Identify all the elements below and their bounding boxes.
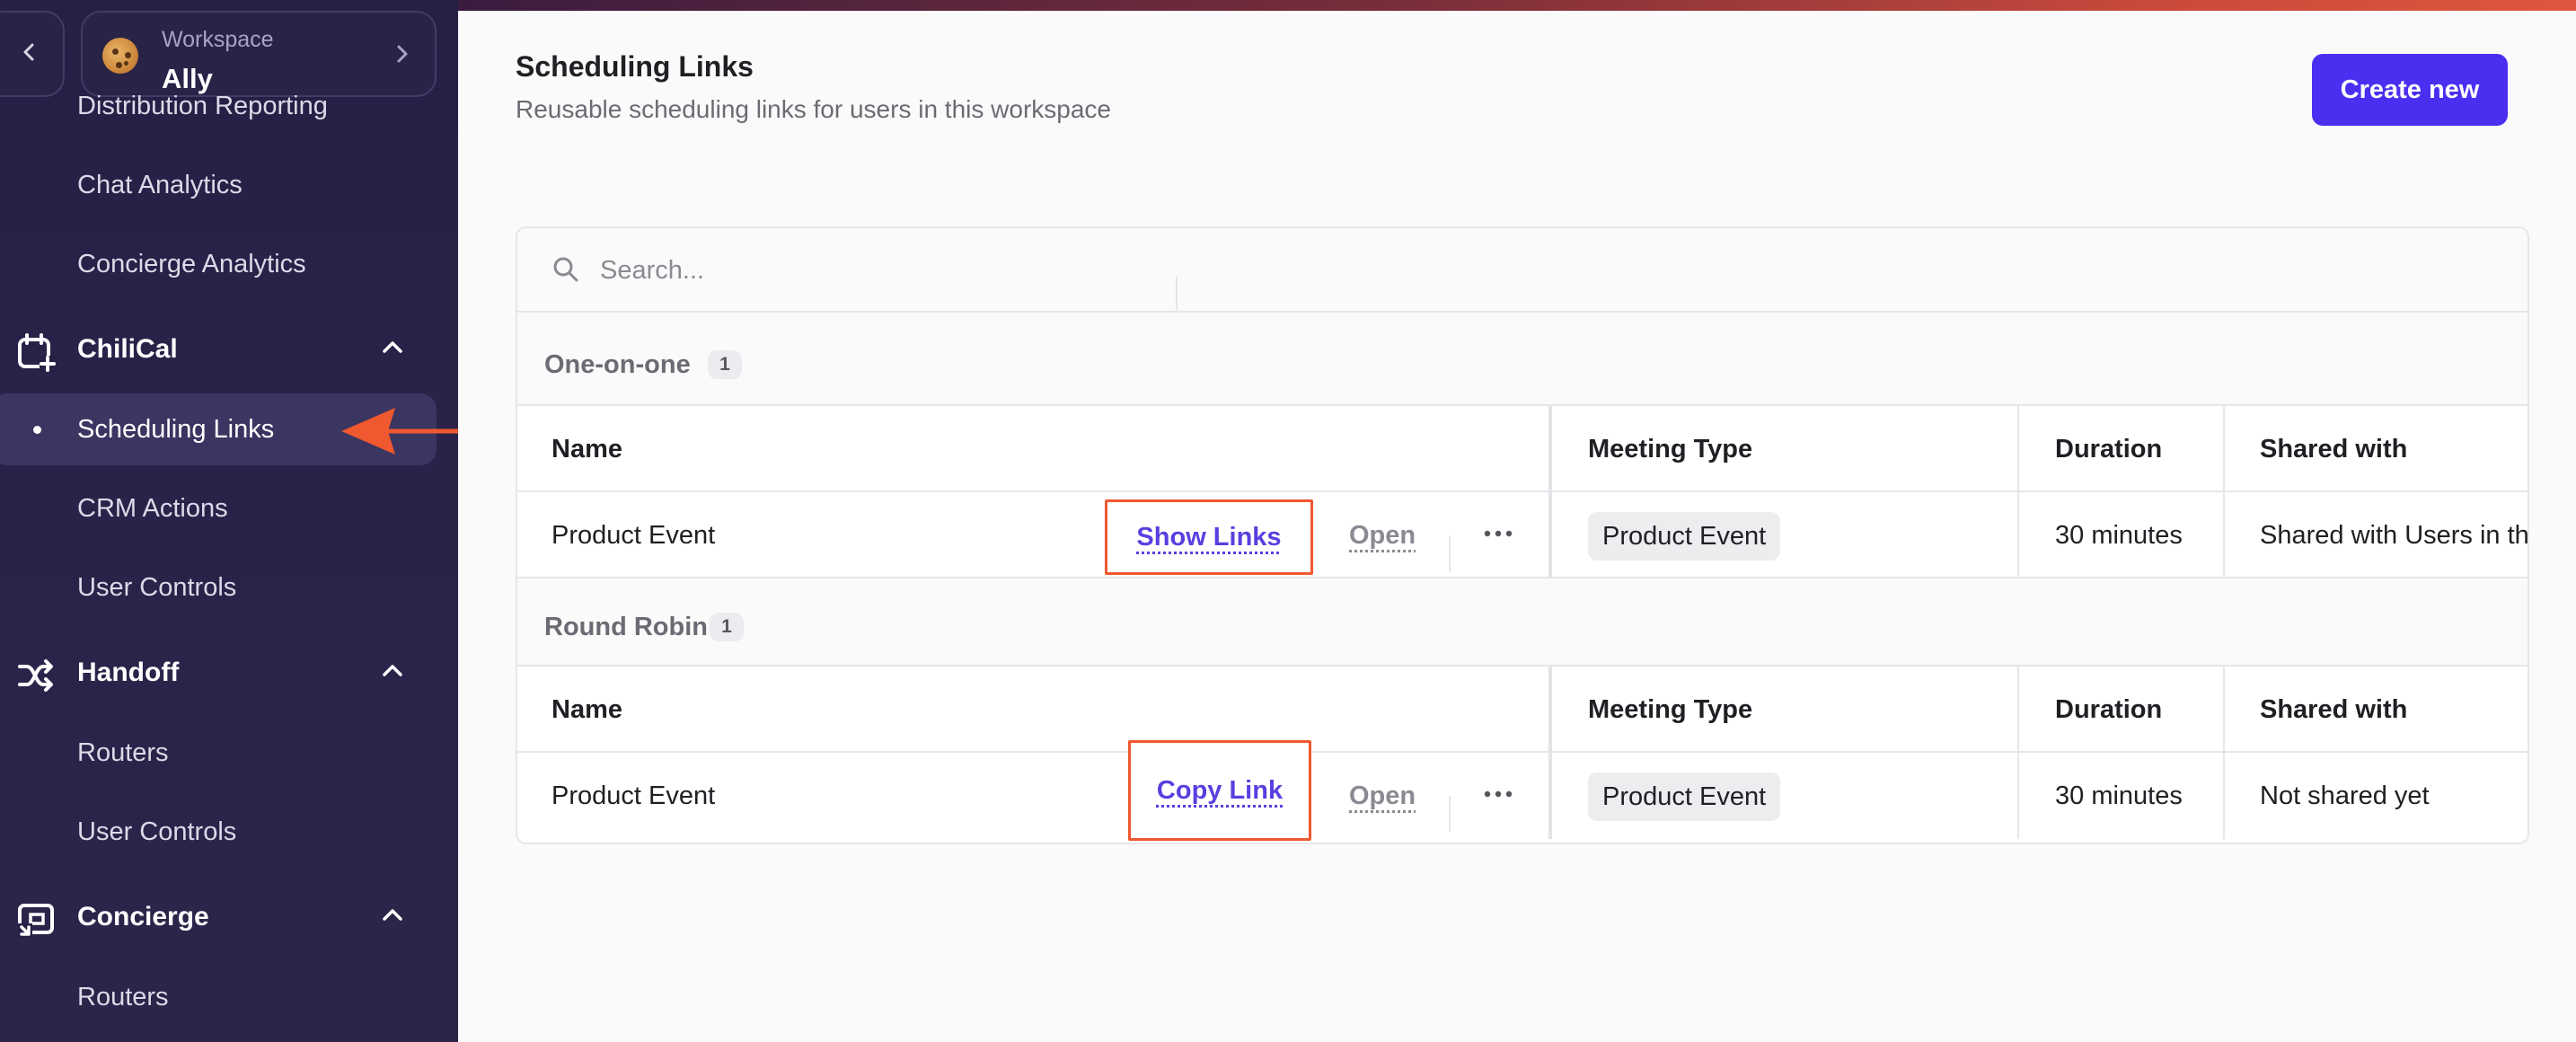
collapse-sidebar-button[interactable]: [0, 11, 65, 97]
shuffle-icon: [16, 656, 56, 700]
sidebar-item-scheduling-links[interactable]: Scheduling Links: [77, 415, 274, 445]
meeting-type-pill: Product Event: [1588, 773, 1781, 821]
concierge-icon: [16, 900, 56, 944]
column-divider: [2223, 753, 2225, 839]
create-new-button[interactable]: Create new: [2312, 54, 2508, 126]
sidebar-section-handoff[interactable]: Handoff: [0, 645, 422, 699]
row-duration: 30 minutes: [2055, 520, 2183, 550]
meeting-type-pill: Product Event: [1588, 512, 1781, 561]
row-name[interactable]: Product Event: [551, 753, 715, 839]
column-divider: [1548, 492, 1552, 578]
column-header-name[interactable]: Name: [551, 406, 622, 492]
action-divider: [1449, 535, 1451, 571]
column-header-name[interactable]: Name: [551, 667, 622, 753]
search-divider: [1176, 277, 1178, 313]
column-divider: [2223, 406, 2225, 492]
table-row[interactable]: Product Event Copy Link Open Product Eve…: [517, 740, 2527, 841]
section-label: Handoff: [77, 658, 180, 687]
sidebar-item-concierge-analytics[interactable]: Concierge Analytics: [77, 250, 306, 279]
calendar-plus-icon: [16, 332, 56, 376]
main-content: Scheduling Links Reusable scheduling lin…: [458, 11, 2576, 1042]
group-name: Round Robin: [544, 613, 709, 641]
column-divider: [1548, 667, 1552, 753]
sidebar-section-chilical[interactable]: ChiliCal: [0, 322, 422, 375]
open-link[interactable]: Open: [1349, 753, 1416, 839]
chevron-up-icon: [381, 338, 404, 360]
group-header-round-robin: Round Robin 1: [517, 578, 2527, 667]
open-link[interactable]: Open: [1349, 492, 1416, 578]
row-shared-with: Shared with Users in th: [2260, 520, 2529, 550]
row-shared-with: Not shared yet: [2260, 781, 2430, 810]
chevron-up-icon: [381, 661, 404, 684]
search-input[interactable]: [598, 248, 1155, 293]
table-row[interactable]: Product Event Show Links Open Product Ev…: [517, 492, 2529, 578]
group-header-one-on-one: One-on-one 1: [517, 313, 2527, 406]
column-header-shared-with[interactable]: Shared with: [2260, 406, 2407, 492]
workspace-name: Ally: [162, 63, 213, 94]
page-title: Scheduling Links: [516, 50, 754, 83]
active-indicator-dot: [33, 426, 41, 434]
sidebar-item-user-controls[interactable]: User Controls: [77, 817, 236, 847]
table-header-row: Name Meeting Type Duration Shared with: [517, 406, 2527, 492]
workspace-label: Workspace: [162, 27, 274, 52]
column-divider: [2017, 406, 2019, 492]
copy-link-button[interactable]: Copy Link: [1128, 740, 1311, 841]
column-divider: [1548, 406, 1552, 492]
show-links-button[interactable]: Show Links: [1105, 499, 1313, 575]
column-divider: [2223, 667, 2225, 753]
search-icon: [551, 255, 580, 288]
column-header-duration[interactable]: Duration: [2055, 667, 2162, 753]
more-options-icon[interactable]: [1484, 787, 1513, 806]
row-name[interactable]: Product Event: [551, 492, 715, 578]
chevron-up-icon: [381, 905, 404, 928]
workspace-switcher[interactable]: Workspace Ally: [81, 11, 437, 97]
more-options-icon[interactable]: [1484, 526, 1513, 545]
column-divider: [2223, 492, 2225, 578]
chevron-right-icon: [393, 43, 411, 69]
column-header-duration[interactable]: Duration: [2055, 406, 2162, 492]
column-header-shared-with[interactable]: Shared with: [2260, 667, 2407, 753]
page-subtitle: Reusable scheduling links for users in t…: [516, 95, 1111, 123]
column-divider: [1548, 753, 1552, 839]
group-name: One-on-one: [544, 350, 691, 379]
column-header-meeting-type[interactable]: Meeting Type: [1588, 667, 1752, 753]
sidebar: Workspace Ally Distribution Reporting Ch…: [0, 0, 458, 1042]
section-label: Concierge: [77, 902, 209, 932]
sidebar-item-distribution-reporting[interactable]: Distribution Reporting: [77, 92, 328, 121]
sidebar-item-routers[interactable]: Routers: [77, 738, 169, 768]
sidebar-item-chat-analytics[interactable]: Chat Analytics: [77, 171, 243, 200]
chevron-left-icon: [20, 42, 40, 66]
row-duration: 30 minutes: [2055, 781, 2183, 810]
table-header-row: Name Meeting Type Duration Shared with: [517, 667, 2527, 753]
sidebar-item-crm-actions[interactable]: CRM Actions: [77, 494, 228, 524]
group-count-badge: 1: [708, 350, 742, 379]
column-divider: [2017, 753, 2019, 839]
column-divider: [2017, 492, 2019, 578]
section-label: ChiliCal: [77, 334, 178, 364]
scheduling-links-panel: One-on-one 1 Name Meeting Type Duration …: [516, 226, 2529, 844]
workspace-avatar-icon: [102, 38, 138, 74]
top-gradient-bar: [458, 0, 2576, 11]
sidebar-item-user-controls[interactable]: User Controls: [77, 573, 236, 603]
group-count-badge: 1: [710, 613, 744, 641]
search-bar: [517, 228, 2527, 313]
sidebar-section-concierge[interactable]: Concierge: [0, 889, 422, 943]
action-divider: [1449, 796, 1451, 832]
column-header-meeting-type[interactable]: Meeting Type: [1588, 406, 1752, 492]
sidebar-item-routers[interactable]: Routers: [77, 983, 169, 1012]
column-divider: [2017, 667, 2019, 753]
